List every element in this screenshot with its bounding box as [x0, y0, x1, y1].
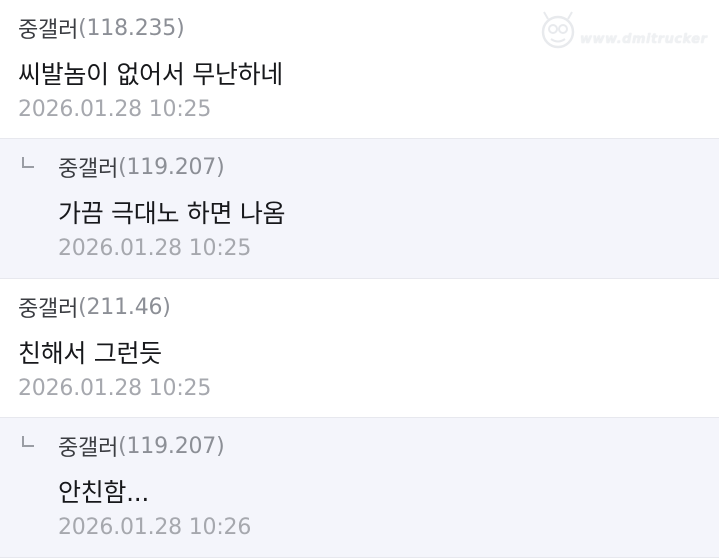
comment-text: 안친함... — [58, 478, 150, 507]
comment-header: 중갤러 (119.207) — [58, 151, 225, 183]
reply-item: 중갤러 (119.207) 안친함... 2026.01.28 10:26 — [0, 418, 719, 558]
comment-item: 중갤러 (211.46) 친해서 그런듯 2026.01.28 10:25 — [0, 279, 719, 418]
comment-header: 중갤러 (118.235) — [18, 12, 185, 44]
comment-nickname[interactable]: 중갤러 — [18, 12, 78, 44]
comment-nickname[interactable]: 중갤러 — [58, 151, 118, 183]
comment-header: 중갤러 (211.46) — [18, 291, 171, 323]
comment-list: 중갤러 (118.235) 씨발놈이 없어서 무난하네 2026.01.28 10… — [0, 0, 719, 558]
comment-text: 가끔 극대노 하면 나옴 — [58, 199, 286, 228]
comment-nickname[interactable]: 중갤러 — [58, 430, 118, 462]
comment-ip: (118.235) — [78, 15, 185, 41]
reply-item: 중갤러 (119.207) 가끔 극대노 하면 나옴 2026.01.28 10:… — [0, 139, 719, 279]
comment-date: 2026.01.28 10:25 — [58, 236, 252, 261]
comment-text: 씨발놈이 없어서 무난하네 — [18, 60, 283, 89]
comment-ip: (119.207) — [118, 433, 225, 459]
comment-header: 중갤러 (119.207) — [58, 430, 225, 462]
comment-date: 2026.01.28 10:25 — [18, 97, 212, 122]
comment-ip: (211.46) — [78, 294, 171, 320]
comment-nickname[interactable]: 중갤러 — [18, 291, 78, 323]
comment-date: 2026.01.28 10:26 — [58, 515, 252, 540]
comment-text: 친해서 그런듯 — [18, 339, 162, 368]
reply-arrow-icon — [22, 436, 34, 448]
comment-item: 중갤러 (118.235) 씨발놈이 없어서 무난하네 2026.01.28 10… — [0, 0, 719, 139]
comment-date: 2026.01.28 10:25 — [18, 376, 212, 401]
comment-ip: (119.207) — [118, 154, 225, 180]
reply-arrow-icon — [22, 157, 34, 169]
